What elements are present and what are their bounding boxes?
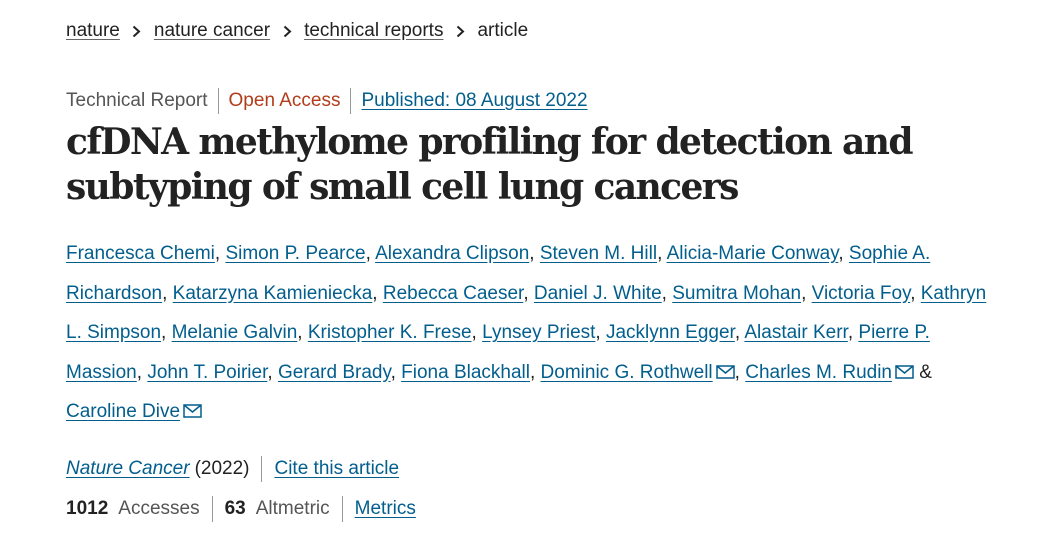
- breadcrumb-link-nature-cancer[interactable]: nature cancer: [154, 18, 270, 44]
- mail-icon[interactable]: [715, 364, 735, 379]
- divider: [211, 496, 213, 522]
- breadcrumb-current: article: [477, 20, 529, 41]
- breadcrumb: nature nature cancer technical reports a…: [66, 18, 528, 44]
- author-separator: ,: [847, 322, 859, 343]
- author-link[interactable]: John T. Poirier: [147, 362, 267, 383]
- mail-icon[interactable]: [895, 364, 914, 379]
- author-separator: ,: [801, 282, 812, 304]
- article-type: Technical Report: [66, 90, 208, 111]
- author-link[interactable]: Melanie Galvin: [172, 322, 298, 343]
- article-meta: Technical Report Open Access Published: …: [66, 88, 588, 114]
- article-title: cfDNA methylome profiling for detection …: [66, 121, 914, 208]
- breadcrumb-link-technical-reports[interactable]: technical reports: [304, 18, 443, 44]
- journal-citation: Nature Cancer (2022) Cite this article: [66, 456, 399, 482]
- author-link[interactable]: Simon P. Pearce: [225, 243, 365, 264]
- divider: [217, 88, 219, 114]
- author-link[interactable]: Gerard Brady: [278, 362, 391, 383]
- author-link[interactable]: Lynsey Priest: [482, 322, 595, 343]
- accesses-count: 1012: [66, 498, 109, 519]
- author-separator: ,: [297, 322, 308, 343]
- author-separator: ,: [161, 322, 172, 343]
- author-link[interactable]: Alexandra Clipson: [375, 243, 529, 264]
- publication-year: (2022): [194, 458, 250, 479]
- author-separator: ,: [136, 361, 148, 383]
- author-separator: ,: [390, 361, 402, 383]
- author-separator: ,: [162, 282, 173, 304]
- accesses-label: Accesses: [118, 498, 200, 519]
- author-link[interactable]: Rebecca Caeser: [383, 283, 523, 304]
- cite-article-link[interactable]: Cite this article: [274, 456, 399, 482]
- author-link[interactable]: Daniel J. White: [534, 283, 662, 304]
- author-link[interactable]: Katarzyna Kamieniecka: [173, 283, 373, 304]
- divider: [261, 456, 263, 482]
- author-separator: ,: [734, 322, 745, 343]
- mail-icon[interactable]: [183, 404, 202, 418]
- author-separator: ,: [595, 322, 606, 343]
- altmetric-label: Altmetric: [255, 498, 330, 519]
- author-link[interactable]: Alicia-Marie Conway: [667, 243, 839, 264]
- author-list: Francesca Chemi, Simon P. Pearce, Alexan…: [66, 234, 1006, 432]
- author-link[interactable]: Caroline Dive: [66, 401, 180, 422]
- author-separator: ,: [365, 243, 376, 264]
- author-separator: ,: [214, 243, 226, 264]
- author-separator: ,: [734, 361, 746, 383]
- breadcrumb-link-nature[interactable]: nature: [66, 18, 120, 44]
- author-separator: ,: [661, 282, 673, 304]
- altmetric-count: 63: [224, 498, 246, 519]
- article-metrics: 1012 Accesses 63 Altmetric Metrics: [66, 496, 416, 522]
- metrics-link[interactable]: Metrics: [355, 496, 416, 522]
- author-link[interactable]: Dominic G. Rothwell: [541, 362, 713, 383]
- author-separator: ,: [657, 243, 667, 264]
- author-separator: ,: [529, 361, 541, 383]
- author-separator: ,: [267, 361, 278, 383]
- author-link[interactable]: Steven M. Hill: [540, 243, 657, 264]
- published-date-link[interactable]: Published: 08 August 2022: [361, 88, 587, 114]
- chevron-right-icon: [443, 25, 477, 38]
- author-separator: ,: [372, 282, 383, 304]
- author-separator: ,: [910, 282, 921, 304]
- chevron-right-icon: [270, 25, 304, 38]
- journal-link[interactable]: Nature Cancer: [66, 456, 190, 482]
- author-link[interactable]: Victoria Foy: [812, 283, 911, 304]
- divider: [341, 496, 343, 522]
- author-separator: ,: [529, 243, 540, 264]
- author-link[interactable]: Charles M. Rudin: [745, 362, 892, 383]
- author-link[interactable]: Alastair Kerr: [744, 322, 847, 343]
- author-separator-and: &: [914, 361, 932, 383]
- author-link[interactable]: Kristopher K. Frese: [308, 322, 472, 343]
- chevron-right-icon: [120, 25, 154, 38]
- open-access-badge: Open Access: [228, 90, 341, 111]
- author-link[interactable]: Francesca Chemi: [66, 243, 215, 264]
- author-separator: ,: [471, 322, 483, 343]
- author-separator: ,: [838, 243, 849, 264]
- divider: [350, 88, 352, 114]
- author-separator: ,: [523, 282, 534, 304]
- author-link[interactable]: Fiona Blackhall: [401, 362, 530, 383]
- author-link[interactable]: Jacklynn Egger: [606, 322, 735, 343]
- author-link[interactable]: Sumitra Mohan: [672, 283, 801, 304]
